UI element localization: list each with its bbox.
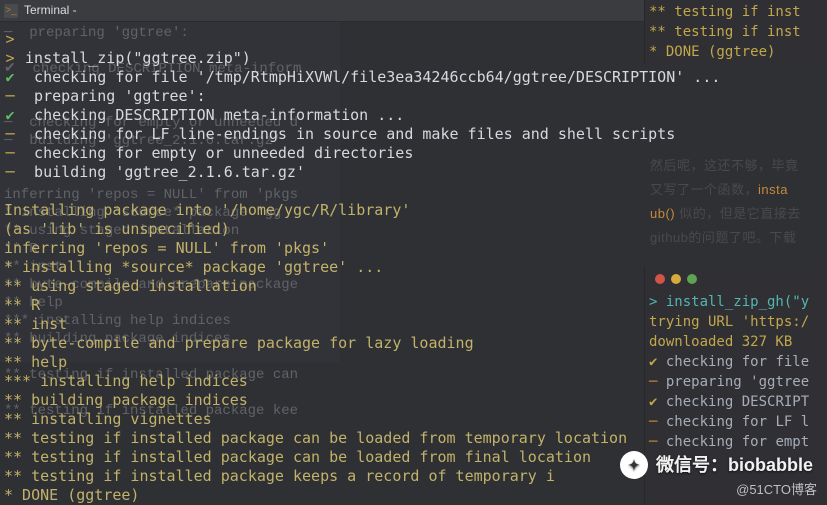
line-mark-icon: ─ — [4, 144, 16, 163]
line-text: preparing 'ggtree': — [16, 87, 206, 105]
line-text: ** help — [4, 353, 67, 371]
traffic-max-icon — [687, 274, 697, 284]
right-article-text: 然后呢，这还不够，毕竟 又写了一个函数，insta ub() 似的，但是它直接去… — [644, 148, 827, 256]
line-text: ** testing if installed package can be l… — [4, 448, 591, 466]
right-bot-line: ─ checking for LF l — [649, 412, 823, 432]
right-bot-line: downloaded 327 KB — [649, 332, 823, 352]
right-top-line: ** testing if inst — [649, 22, 823, 42]
right-top-line: * DONE (ggtree) — [649, 42, 823, 62]
line-text: checking for LF line-endings in source a… — [16, 125, 675, 143]
line-text: ** inst — [4, 315, 67, 333]
wechat-watermark: ✦ 微信号：biobabble — [620, 451, 813, 479]
line-text: checking for empty or unneeded directori… — [16, 144, 413, 162]
line-text: Installing package into '/home/ygc/R/lib… — [4, 201, 410, 219]
line-text: install_zip("ggtree.zip") — [16, 49, 251, 67]
wechat-icon: ✦ — [620, 451, 648, 479]
line-text — [4, 182, 31, 200]
line-mark-icon: > — [4, 49, 16, 68]
right-panel-top: ** testing if inst** testing if inst* DO… — [644, 0, 827, 64]
terminal-line: ✔ checking for file '/tmp/RtmpHiXVWl/fil… — [4, 68, 825, 87]
terminal-line: ─ preparing 'ggtree': — [4, 87, 825, 106]
article-line: 然后呢，这还不够，毕竟 — [650, 154, 821, 178]
traffic-close-icon — [655, 274, 665, 284]
line-text: ** testing if installed package can be l… — [4, 429, 627, 447]
right-top-line: ** testing if inst — [649, 2, 823, 22]
line-mark-icon: ─ — [4, 87, 16, 106]
right-bot-line: ✔ checking for file — [649, 352, 823, 372]
line-text: *** installing help indices — [4, 372, 248, 390]
terminal-line: ✔ checking DESCRIPTION meta-information … — [4, 106, 825, 125]
line-text: * DONE (ggtree) — [4, 486, 139, 504]
article-line: 又写了一个函数，insta — [650, 178, 821, 202]
traffic-min-icon — [671, 274, 681, 284]
blog-watermark: @51CTO博客 — [736, 480, 817, 499]
line-text: ** byte-compile and prepare package for … — [4, 334, 474, 352]
article-line: ub() 似的，但是它直接去 — [650, 202, 821, 226]
right-bot-line: ─ checking for empt — [649, 432, 823, 452]
wechat-text: 微信号：biobabble — [656, 456, 813, 475]
line-text: building 'ggtree_2.1.6.tar.gz' — [16, 163, 305, 181]
right-bot-line: ✔ checking DESCRIPT — [649, 392, 823, 412]
line-text: ** building package indices — [4, 391, 248, 409]
line-text: checking DESCRIPTION meta-information ..… — [16, 106, 404, 124]
article-line: github的问题了吧。下载 — [650, 226, 821, 250]
line-text: (as 'lib' is unspecified) — [4, 220, 230, 238]
terminal-line: ─ checking for LF line-endings in source… — [4, 125, 825, 144]
right-bot-line: trying URL 'https:/ — [649, 312, 823, 332]
line-mark-icon: ✔ — [4, 68, 16, 87]
line-text: ** R — [4, 296, 40, 314]
line-text: checking for file '/tmp/RtmpHiXVWl/file3… — [16, 68, 720, 86]
line-mark-icon: ─ — [4, 163, 16, 182]
line-mark-icon: > — [4, 30, 16, 49]
line-text: ** installing vignettes — [4, 410, 212, 428]
line-mark-icon: ─ — [4, 125, 16, 144]
line-text: ** testing if installed package keeps a … — [4, 467, 555, 485]
traffic-lights — [649, 268, 823, 292]
right-bot-line: > install_zip_gh("y — [649, 292, 823, 312]
line-text: inferring 'repos = NULL' from 'pkgs' — [4, 239, 329, 257]
line-text: ** using staged installation — [4, 277, 257, 295]
line-mark-icon: ✔ — [4, 106, 16, 125]
right-bot-line: ─ preparing 'ggtree — [649, 372, 823, 392]
window-title: Terminal - — [24, 1, 77, 20]
line-text: * installing *source* package 'ggtree' .… — [4, 258, 383, 276]
terminal-app-icon: >_ — [4, 4, 18, 18]
